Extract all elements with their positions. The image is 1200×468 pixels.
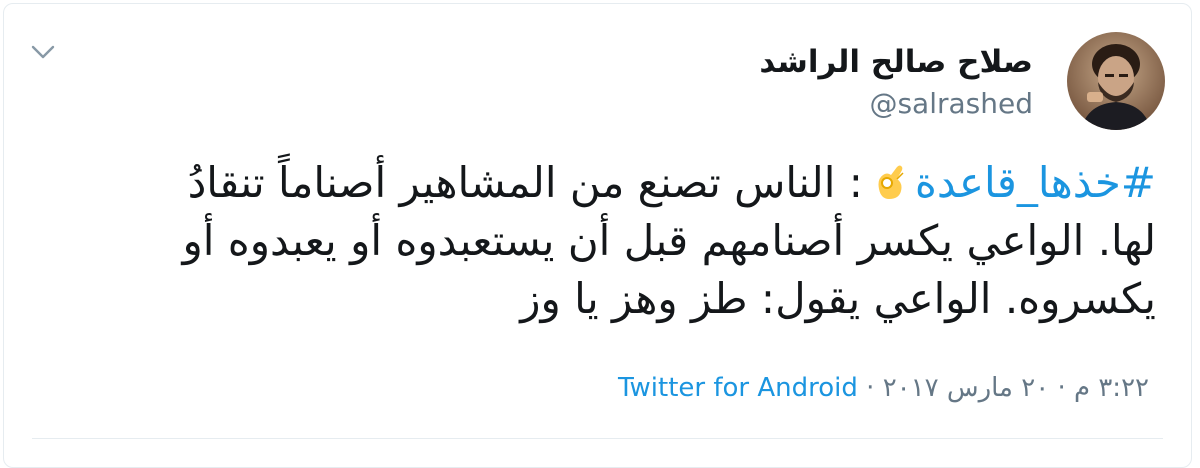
tweet-text: #خذها_قاعدة : الناس تصنع من المشاهير أصن… <box>46 154 1156 328</box>
tweet-meta: ٣:٢٢ م · ٢٠ مارس ٢٠١٧ · Twitter for Andr… <box>618 370 1149 406</box>
chevron-down-icon[interactable] <box>30 42 56 62</box>
tweet-text-line-3: يكسروه. الواعي يقول: طز وهز يا وز <box>520 274 1156 323</box>
meta-separator: · <box>857 373 883 403</box>
avatar[interactable] <box>1067 32 1165 130</box>
tweet-text-line-1-rest: : الناس تصنع من المشاهير أصناماً تنقادُ <box>187 158 863 207</box>
author-name[interactable]: صلاح صالح الراشد <box>759 42 1033 82</box>
tweet-timestamp[interactable]: ٣:٢٢ م · ٢٠ مارس ٢٠١٧ <box>883 373 1149 403</box>
tweet-source-link[interactable]: Twitter for Android <box>618 373 858 403</box>
avatar-photo-icon <box>1067 32 1165 130</box>
hashtag-link[interactable]: #خذها_قاعدة <box>915 158 1156 207</box>
tweet-text-line-2: لها. الواعي يكسر أصنامهم قبل أن يستعبدوه… <box>182 216 1156 265</box>
tweet-text-line-1: #خذها_قاعدة : الناس تصنع من المشاهير أصن… <box>46 154 1156 212</box>
divider <box>32 438 1163 439</box>
ok-hand-emoji-icon <box>878 165 904 199</box>
tweet-card: صلاح صالح الراشد @salrashed #خذها_قاعدة … <box>3 3 1192 468</box>
author-handle[interactable]: @salrashed <box>869 86 1033 122</box>
